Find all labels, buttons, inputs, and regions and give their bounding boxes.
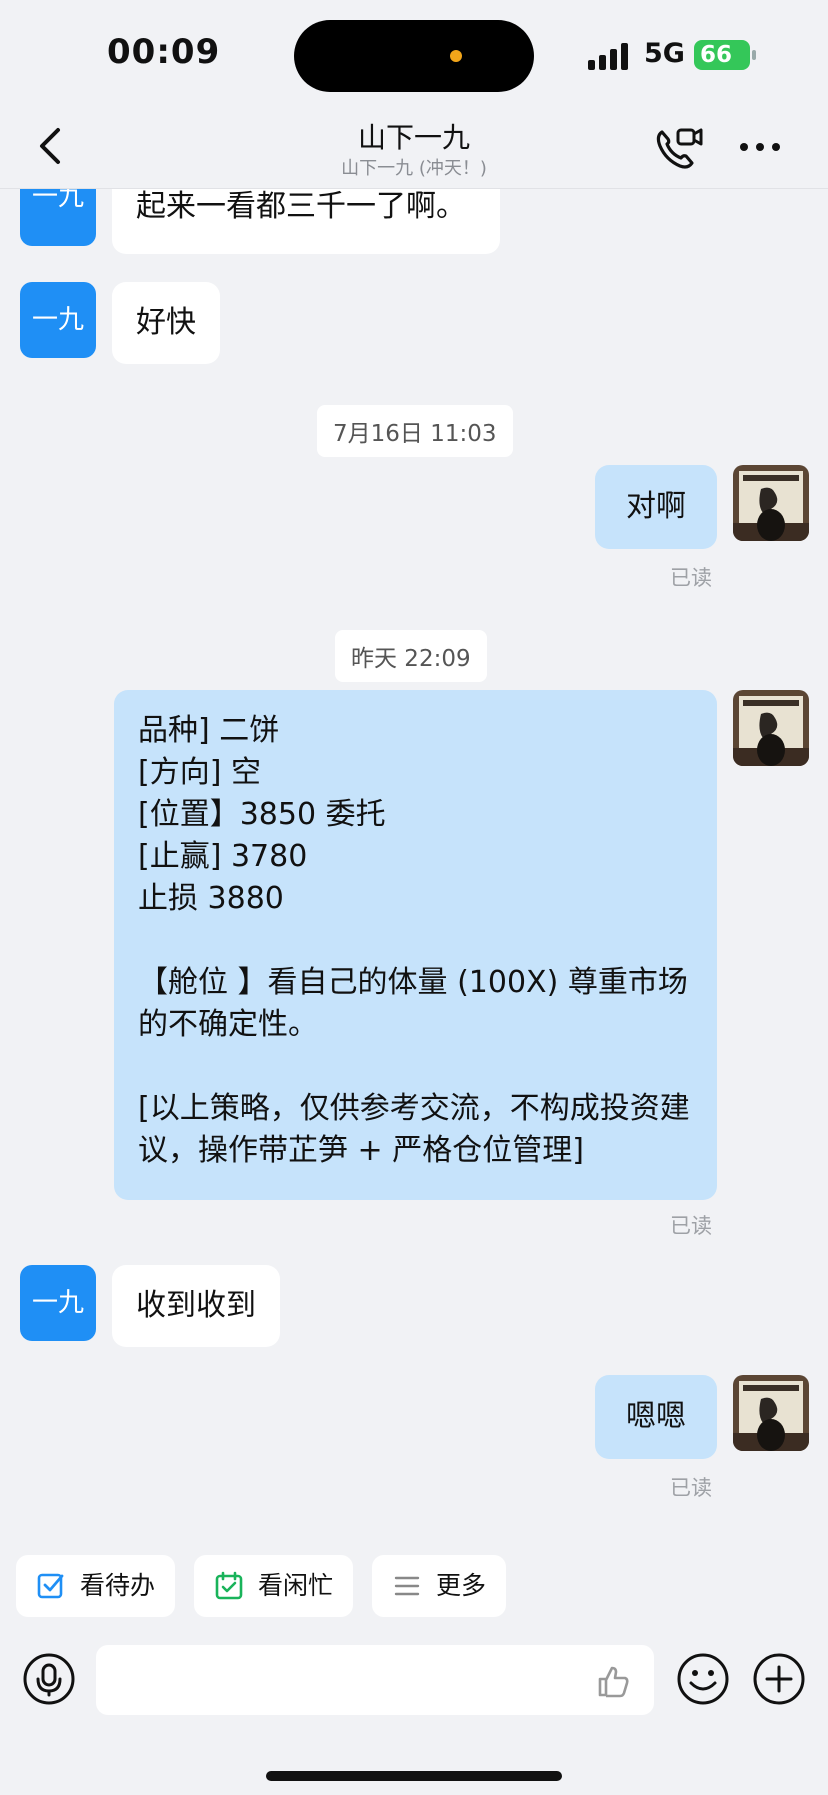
battery-icon: 66 xyxy=(694,40,756,70)
read-receipt: 已读 xyxy=(670,1476,712,1500)
message-text: 对啊 xyxy=(626,489,686,524)
view-availability-button[interactable]: 看闲忙 xyxy=(194,1555,354,1617)
network-type: 5G xyxy=(644,38,685,69)
status-time: 00:09 xyxy=(107,32,221,72)
status-bar: 00:09 5G 66 xyxy=(0,0,828,110)
battery-level: 66 xyxy=(700,42,733,68)
message-text: 嗯嗯 xyxy=(626,1399,686,1434)
my-avatar[interactable] xyxy=(733,1375,809,1451)
read-receipt: 已读 xyxy=(670,566,712,590)
view-todo-button[interactable]: 看待办 xyxy=(16,1555,176,1617)
message-text: 品种] 二饼 [方向] 空 [位置】3850 委托 [止赢] 3780 止损 3… xyxy=(138,713,690,1168)
outgoing-message-bubble[interactable]: 品种] 二饼 [方向] 空 [位置】3850 委托 [止赢] 3780 止损 3… xyxy=(114,690,717,1200)
checkbox-icon xyxy=(37,1573,64,1599)
message-text: 收到收到 xyxy=(136,1288,256,1323)
read-receipt: 已读 xyxy=(670,1214,712,1238)
menu-lines-icon xyxy=(394,1576,420,1596)
video-call-icon[interactable] xyxy=(652,124,704,172)
outgoing-message-bubble[interactable]: 对啊 xyxy=(595,465,717,549)
privacy-indicator-dot xyxy=(450,50,462,62)
incoming-message-bubble[interactable]: 收到收到 xyxy=(112,1265,280,1347)
more-options-icon[interactable] xyxy=(736,132,784,162)
contact-avatar[interactable]: 一九 xyxy=(20,1265,96,1341)
message-input[interactable] xyxy=(96,1645,654,1715)
message-text: 好快 xyxy=(136,305,196,340)
more-actions-button[interactable]: 更多 xyxy=(372,1555,507,1617)
contact-avatar[interactable]: 一九 xyxy=(20,282,96,358)
message-text: 起来一看都三千一了啊。 xyxy=(136,189,466,224)
thumbs-up-icon[interactable] xyxy=(596,1663,632,1699)
chat-header-foreground: 山下一九 山下一九 (冲天！) xyxy=(0,110,828,188)
view-availability-label: 看闲忙 xyxy=(258,1571,334,1600)
my-avatar[interactable] xyxy=(733,690,809,766)
plus-icon[interactable] xyxy=(752,1652,806,1706)
timestamp-chip: 昨天 22:09 xyxy=(335,630,487,682)
my-avatar[interactable] xyxy=(733,465,809,541)
more-actions-label: 更多 xyxy=(436,1571,487,1600)
emoji-icon[interactable] xyxy=(676,1652,730,1706)
view-todo-label: 看待办 xyxy=(80,1571,156,1600)
outgoing-message-bubble[interactable]: 嗯嗯 xyxy=(595,1375,717,1459)
dynamic-island xyxy=(294,20,534,92)
cellular-signal-icon xyxy=(588,42,632,70)
timestamp-chip: 7月16日 11:03 xyxy=(317,405,513,457)
incoming-message-bubble[interactable]: 好快 xyxy=(112,282,220,364)
home-indicator xyxy=(266,1771,562,1781)
microphone-icon[interactable] xyxy=(22,1652,76,1706)
calendar-check-icon xyxy=(215,1571,243,1600)
